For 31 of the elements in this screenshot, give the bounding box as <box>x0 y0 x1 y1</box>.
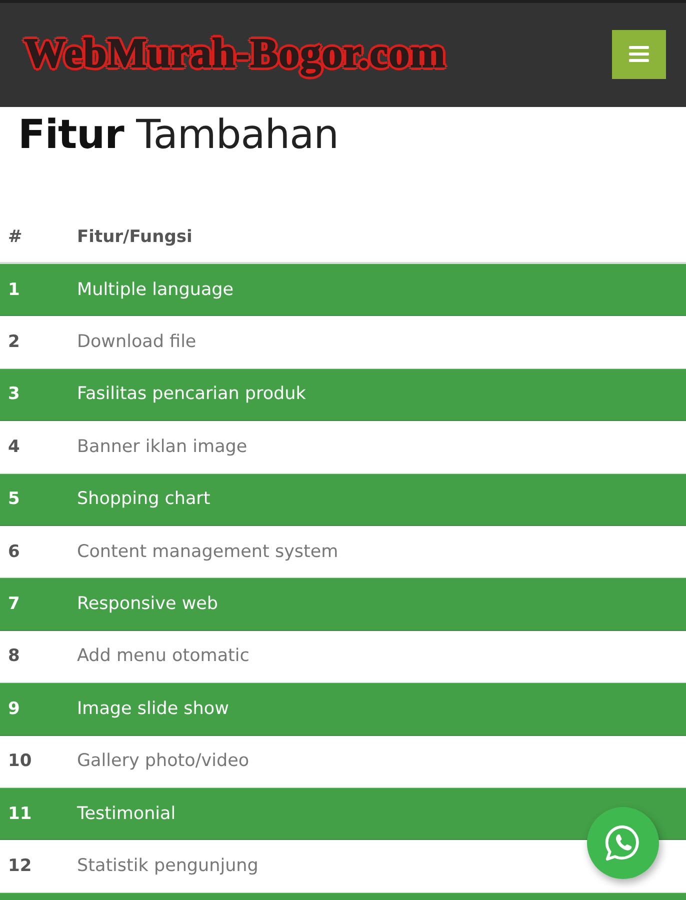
page-title: Fitur Tambahan <box>18 111 340 159</box>
feature-name: Responsive web <box>77 594 220 614</box>
menu-icon <box>629 46 649 62</box>
feature-name: Shopping chart <box>77 489 212 510</box>
feature-name: Fasilitas pencarian produk <box>77 384 307 404</box>
phone-bubble-icon <box>604 824 642 862</box>
feature-name: Image slide show <box>77 698 230 719</box>
column-header: # <box>7 226 24 246</box>
row-number: 1 <box>7 280 21 300</box>
feature-name: Gallery photo/video <box>77 751 250 772</box>
row-number: 12 <box>7 856 33 876</box>
row-number: 6 <box>7 542 21 562</box>
menu-button[interactable] <box>612 30 666 78</box>
row-number: 2 <box>7 332 21 352</box>
row-number: 4 <box>7 436 21 457</box>
feature-name: Add menu otomatic <box>77 646 250 666</box>
row-number: 11 <box>7 804 33 824</box>
feature-name: Download file <box>77 332 198 352</box>
feature-name: Content management system <box>77 542 340 562</box>
row-number: 7 <box>7 594 21 614</box>
row-number: 10 <box>7 751 33 772</box>
feature-name: Testimonial <box>77 804 177 824</box>
column-header: Fitur/Fungsi <box>77 226 194 246</box>
feature-name: Multiple language <box>77 280 235 300</box>
row-number: 9 <box>7 698 21 719</box>
row-number: 8 <box>7 646 21 666</box>
site-logo[interactable]: WebMurah-Bogor.com <box>20 28 450 80</box>
row-number: 3 <box>7 384 21 404</box>
feature-name: Statistik pengunjung <box>77 856 260 876</box>
row-number: 5 <box>7 489 21 510</box>
feature-name: Banner iklan image <box>77 436 248 457</box>
